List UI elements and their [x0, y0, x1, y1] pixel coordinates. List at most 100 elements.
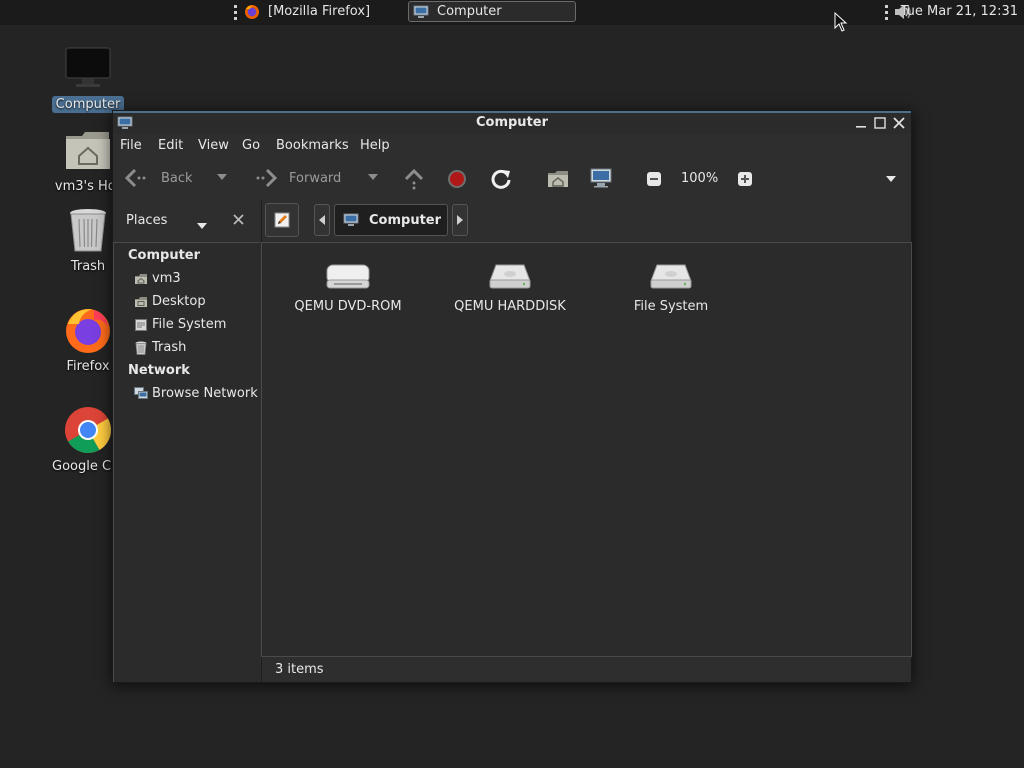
menu-help[interactable]: Help — [360, 138, 390, 153]
taskbar-item-computer[interactable]: Computer — [408, 1, 576, 22]
file-item-label: File System — [633, 299, 709, 314]
taskbar-item-label: [Mozilla Firefox] — [268, 4, 371, 19]
trash-icon — [134, 341, 148, 355]
menu-edit[interactable]: Edit — [158, 138, 183, 153]
zoom-out-button[interactable] — [646, 171, 662, 187]
chevron-down-icon — [886, 176, 896, 182]
zoom-in-icon — [738, 172, 752, 186]
sidebar-item-label: Trash — [152, 340, 187, 355]
computer-button[interactable] — [590, 168, 612, 188]
desktop-icon-computer[interactable]: Computer — [48, 44, 128, 113]
menu-file[interactable]: File — [120, 138, 142, 153]
sidebar-header: Places — [113, 201, 261, 241]
clock[interactable]: Tue Mar 21, 12:31 — [901, 4, 1018, 19]
computer-icon — [343, 213, 359, 227]
sidebar-type-dropdown[interactable] — [197, 218, 207, 233]
home-icon — [134, 272, 148, 286]
sidebar-item-label: File System — [152, 317, 227, 332]
menu-view[interactable]: View — [198, 138, 229, 153]
firefox-icon — [64, 306, 112, 354]
up-arrow-icon — [404, 168, 424, 190]
toolbar-overflow-dropdown[interactable] — [886, 176, 896, 182]
forward-history-dropdown[interactable] — [368, 174, 378, 180]
location-bar: Computer — [263, 201, 911, 241]
forward-arrow-icon — [256, 168, 277, 188]
close-icon — [893, 117, 905, 129]
toolbar: Back Forward 100% — [113, 160, 911, 198]
title-bar[interactable]: Computer — [113, 111, 911, 134]
places-section-computer[interactable]: Computer — [128, 248, 200, 263]
toggle-location-entry-button[interactable] — [265, 203, 299, 237]
sidebar-title[interactable]: Places — [126, 213, 167, 228]
zoom-value: 100% — [681, 171, 719, 186]
back-history-dropdown[interactable] — [217, 174, 227, 180]
minimize-icon — [856, 126, 866, 128]
forward-button[interactable]: Forward — [253, 168, 341, 188]
panel-handle[interactable] — [885, 5, 888, 20]
menu-go[interactable]: Go — [242, 138, 260, 153]
maximize-button[interactable] — [872, 115, 888, 131]
file-item-qemu-dvd-rom[interactable]: QEMU DVD-ROM — [273, 259, 423, 314]
home-button[interactable] — [547, 169, 569, 189]
edit-icon — [274, 212, 290, 228]
menu-bookmarks[interactable]: Bookmarks — [276, 138, 349, 153]
reload-button[interactable] — [490, 168, 512, 190]
sidebar-item-browse-network[interactable]: Browse Network — [134, 386, 258, 401]
close-icon — [233, 214, 244, 225]
computer-icon — [64, 44, 112, 92]
status-text: 3 items — [275, 662, 324, 677]
back-button[interactable]: Back — [125, 168, 193, 188]
desktop-icon-label: Firefox — [66, 359, 110, 374]
home-folder-icon — [64, 126, 112, 174]
sidebar-close-button[interactable] — [233, 214, 244, 229]
sidebar-item-label: Desktop — [152, 294, 206, 309]
stop-icon — [448, 170, 466, 188]
breadcrumb-label: Computer — [369, 212, 442, 228]
sidebar-item-file-system[interactable]: File System — [134, 317, 226, 332]
file-item-label: QEMU DVD-ROM — [294, 299, 402, 314]
back-arrow-icon — [125, 168, 146, 188]
chevron-down-icon — [197, 223, 207, 229]
sidebar-item-vm3[interactable]: vm3 — [134, 271, 181, 286]
minimize-button[interactable] — [853, 115, 869, 131]
trash-icon — [64, 206, 112, 254]
network-icon — [134, 387, 148, 401]
sidebar-item-label: Browse Network — [152, 386, 258, 401]
close-button[interactable] — [891, 115, 907, 131]
breadcrumb-computer[interactable]: Computer — [334, 204, 448, 236]
computer-icon — [590, 168, 612, 188]
file-manager-window: Computer File Edit View Go Bookmarks Hel… — [112, 110, 912, 683]
sidebar: Places Computer vm3 Desktop File System … — [113, 201, 262, 682]
file-item-file-system[interactable]: File System — [596, 259, 746, 314]
up-button[interactable] — [403, 168, 425, 190]
top-panel: [Mozilla Firefox] Computer Tue Mar 21, 1… — [0, 0, 1024, 32]
maximize-icon — [874, 117, 886, 129]
breadcrumb-scroll-left[interactable] — [314, 204, 330, 236]
status-bar: 3 items — [261, 657, 912, 683]
desktop-icon-label: Trash — [70, 259, 106, 274]
file-view[interactable]: QEMU DVD-ROM QEMU HARDDISK File System — [261, 242, 912, 657]
computer-icon — [413, 4, 429, 20]
zoom-in-button[interactable] — [737, 171, 753, 187]
file-item-qemu-harddisk[interactable]: QEMU HARDDISK — [435, 259, 585, 314]
menu-bar: File Edit View Go Bookmarks Help — [113, 134, 911, 158]
breadcrumb-scroll-right[interactable] — [452, 204, 468, 236]
panel-handle[interactable] — [234, 5, 237, 20]
window-title: Computer — [475, 115, 549, 130]
hard-drive-icon — [435, 259, 585, 293]
taskbar-item-firefox[interactable]: [Mozilla Firefox] — [240, 1, 380, 22]
zoom-out-icon — [647, 172, 661, 186]
chevron-right-icon — [457, 215, 463, 225]
filesystem-icon — [134, 318, 148, 332]
places-section-network[interactable]: Network — [128, 363, 190, 378]
desktop-icon — [134, 295, 148, 309]
chrome-icon — [64, 406, 112, 454]
stop-button[interactable] — [447, 169, 467, 189]
sidebar-item-trash[interactable]: Trash — [134, 340, 186, 355]
places-tree: Computer vm3 Desktop File System Trash N… — [113, 242, 260, 682]
chevron-down-icon — [368, 174, 378, 180]
firefox-icon — [244, 4, 260, 20]
sidebar-item-desktop[interactable]: Desktop — [134, 294, 206, 309]
zoom-level: 100% — [681, 171, 718, 186]
back-label: Back — [161, 170, 193, 186]
